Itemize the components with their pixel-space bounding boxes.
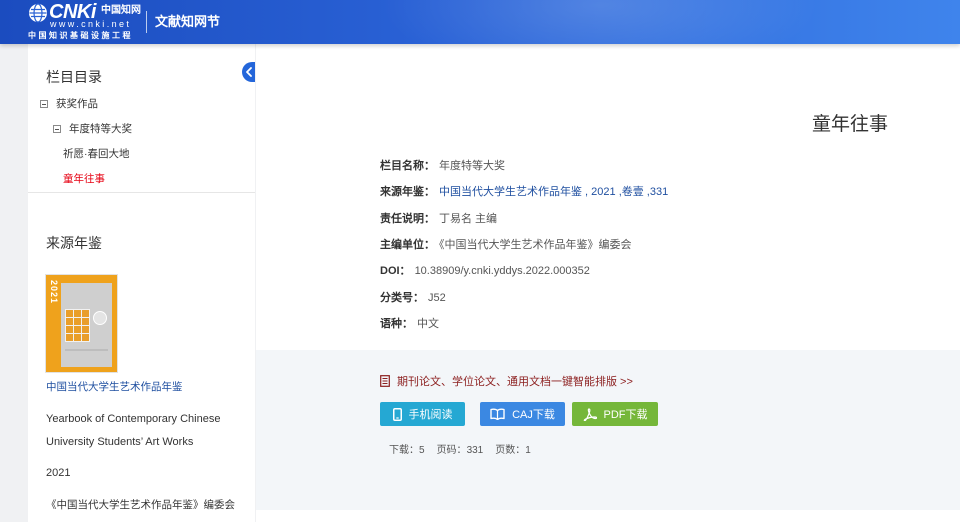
download-panel: 期刊论文、学位论文、通用文档一键智能排版 >> 手机阅读 CAJ下载 PDF下载…: [256, 350, 960, 510]
tree-node-label: 年度特等大奖: [69, 123, 132, 135]
field-label: 来源年鉴：: [380, 186, 435, 199]
collapse-minus-icon[interactable]: [40, 100, 48, 108]
field-source-yearbook: 来源年鉴： 中国当代大学生艺术作品年鉴 , 2021 ,卷壹 ,331: [380, 179, 668, 205]
stat-downloads: 下载：5: [389, 445, 425, 457]
sidebar: 栏目目录 获奖作品 年度特等大奖 祈愿·春回大地 童年往事 来源年鉴 2021 …: [28, 44, 255, 522]
yearbook-editor: 《中国当代大学生艺术作品年鉴》编委会: [46, 499, 235, 511]
stat-label: 页数：: [495, 445, 526, 456]
tree-leaf-label: 祈愿·春回大地: [63, 148, 130, 160]
source-yearbook-title: 来源年鉴: [46, 235, 102, 251]
field-label: 分类号：: [380, 291, 424, 304]
field-column-name: 栏目名称： 年度特等大奖: [380, 153, 668, 179]
document-icon: [380, 375, 390, 387]
button-label: 手机阅读: [408, 409, 453, 421]
stat-value: 5: [419, 445, 425, 456]
cover-strip: [65, 349, 108, 351]
logo-url: www.cnki.net: [50, 19, 132, 29]
field-language: 语种： 中文: [380, 311, 668, 337]
globe-icon: [28, 3, 48, 23]
stat-page-number: 页码：331: [437, 445, 484, 457]
cover-grid-pattern: [65, 309, 90, 342]
field-value: 年度特等大奖: [439, 160, 505, 172]
stat-label: 下载：: [389, 445, 419, 456]
main-content: 童年往事 栏目名称： 年度特等大奖 来源年鉴： 中国当代大学生艺术作品年鉴 , 20…: [256, 44, 960, 522]
field-label: DOI：: [380, 265, 411, 278]
yearbook-cover[interactable]: 2021: [46, 275, 117, 372]
stat-label: 页码：: [436, 445, 467, 456]
yearbook-name-link[interactable]: 中国当代大学生艺术作品年鉴: [46, 380, 183, 394]
site-header: CNKi 中国知网 www.cnki.net 中国知识基础设施工程 文献知网节: [0, 0, 960, 44]
field-value: 《中国当代大学生艺术作品年鉴》编委会: [439, 238, 632, 251]
field-responsibility: 责任说明： 丁易名 主编: [380, 206, 668, 232]
field-label: 责任说明：: [380, 212, 435, 225]
button-label: CAJ下载: [512, 409, 555, 421]
button-label: PDF下载: [603, 409, 648, 421]
tree-leaf-label: 童年往事: [63, 173, 105, 185]
source-yearbook-link[interactable]: 中国当代大学生艺术作品年鉴 , 2021 ,卷壹 ,331: [439, 186, 668, 198]
tree-leaf-item[interactable]: 祈愿·春回大地: [63, 146, 130, 162]
field-label: 栏目名称：: [380, 160, 435, 172]
field-label: 语种：: [380, 317, 413, 330]
article-metadata: 栏目名称： 年度特等大奖 来源年鉴： 中国当代大学生艺术作品年鉴 , 2021 ,卷…: [380, 153, 668, 337]
tree-node-annual-grand-prize[interactable]: 年度特等大奖: [53, 121, 132, 137]
cover-panel: [61, 283, 112, 367]
catalog-title: 栏目目录: [46, 69, 102, 85]
header-section-title: 文献知网节: [155, 14, 221, 29]
field-value: 10.38909/y.cnki.yddys.2022.000352: [414, 265, 590, 278]
yearbook-english-name-line: University Students’ Art Works: [46, 436, 194, 448]
header-divider: [146, 11, 147, 33]
collapse-minus-icon[interactable]: [53, 125, 61, 133]
field-value: J52: [428, 291, 446, 304]
cover-badge: [93, 311, 107, 325]
field-value: 中文: [417, 317, 439, 330]
sidebar-collapse-button[interactable]: [242, 62, 255, 82]
cover-year-text: 2021: [49, 280, 59, 305]
mobile-phone-icon: [392, 407, 402, 421]
chevron-left-icon: [245, 67, 252, 77]
field-classification: 分类号： J52: [380, 285, 668, 311]
cnki-logo[interactable]: CNKi 中国知网 www.cnki.net 中国知识基础设施工程: [0, 0, 141, 44]
pdf-download-button[interactable]: PDF下载: [572, 402, 658, 426]
logo-tagline: 中国知识基础设施工程: [28, 31, 133, 40]
stat-value: 331: [466, 445, 484, 456]
smart-format-link[interactable]: 期刊论文、学位论文、通用文档一键智能排版 >>: [380, 374, 633, 388]
smart-format-text: 期刊论文、学位论文、通用文档一键智能排版 >>: [397, 376, 633, 388]
download-stats: 下载：5 页码：331 页数：1: [389, 445, 543, 457]
tree-node-award-works[interactable]: 获奖作品: [40, 96, 98, 112]
tree-leaf-item-active[interactable]: 童年往事: [63, 171, 105, 187]
sidebar-divider: [28, 192, 255, 193]
yearbook-year: 2021: [46, 467, 71, 479]
mobile-read-button[interactable]: 手机阅读: [380, 402, 465, 426]
field-label: 主编单位：: [380, 238, 435, 251]
open-book-icon: [490, 408, 505, 420]
field-editor-unit: 主编单位： 《中国当代大学生艺术作品年鉴》编委会: [380, 232, 668, 258]
field-doi: DOI： 10.38909/y.cnki.yddys.2022.000352: [380, 258, 668, 284]
yearbook-english-name-line: Yearbook of Contemporary Chinese: [46, 413, 221, 425]
caj-download-button[interactable]: CAJ下载: [480, 402, 565, 426]
article-title: 童年往事: [811, 114, 888, 135]
logo-name-cn: 中国知网: [101, 5, 141, 16]
acrobat-pdf-icon: [583, 407, 597, 421]
field-value: 丁易名 主编: [439, 212, 498, 225]
tree-node-label: 获奖作品: [56, 98, 98, 110]
stat-page-count: 页数：1: [495, 445, 531, 457]
stat-value: 1: [525, 445, 531, 456]
